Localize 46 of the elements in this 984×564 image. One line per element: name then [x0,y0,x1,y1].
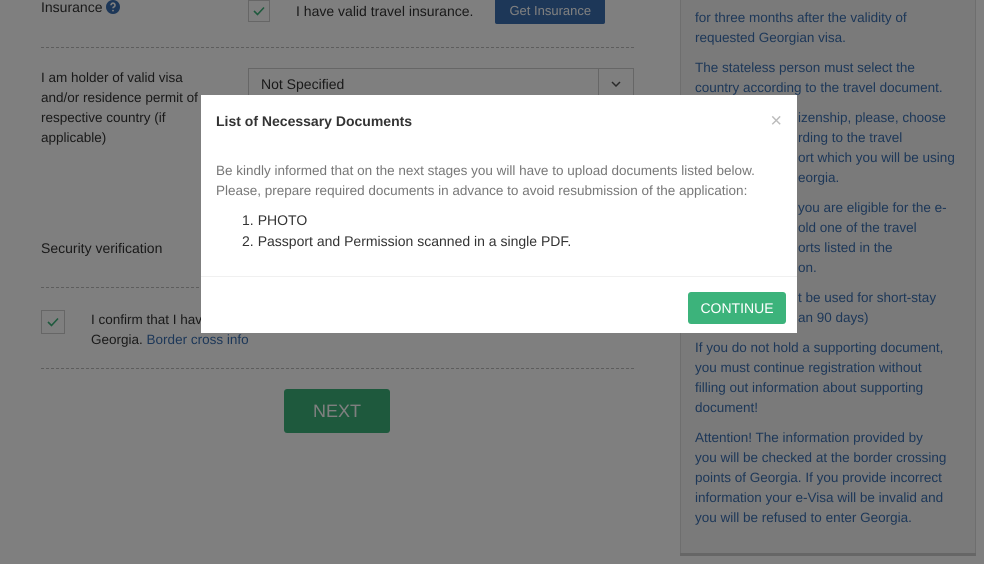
field-label: I am holder of valid visa and/or residence permit of respective country (if applicable) [41,69,199,147]
confirm-text: I confirm that I hav [91,311,204,329]
info-text: on. [798,260,817,275]
document-item: Passport and Permission scanned in a single PDF. [258,232,572,251]
check-icon [253,6,265,16]
info-text: If you do not hold a supporting document, [695,340,944,355]
checkbox[interactable] [248,0,270,22]
info-text: an 90 days) [798,310,869,325]
close-button[interactable]: × [770,111,782,131]
info-text: orts listed in the [798,240,893,255]
get-insurance-button[interactable]: Get Insurance [495,0,606,24]
info-text: eorgia. [798,170,840,185]
info-text: you will be refused to enter Georgia. [695,510,912,525]
info-text: you must continue registration without [695,360,922,375]
checkbox-label: I have valid travel insurance. [296,2,474,18]
list-number: 1. [242,211,254,230]
info-text: izenship, please, choose [798,110,946,125]
confirm-text: Georgia. [91,332,143,347]
info-text: old one of the travel [798,220,917,235]
info-text: rding to the travel [798,130,902,145]
modal-text: Be kindly informed that on the next stages you will have to upload documents listed below. Please, prepare required documents in advance to avoid resubmission of the application: [216,162,756,200]
field-label: Insurance [41,0,102,17]
info-text: points of Georgia. If you provide incorrect [695,470,942,485]
info-text: you will be checked at the border crossing [695,450,946,465]
info-text: filling out information about supporting [695,380,924,395]
info-text: information your e-Visa will be invalid and [695,490,944,505]
info-text: t be used for short-stay [798,290,936,305]
document-item: PHOTO [258,211,308,230]
info-text: for three months after the validity of [695,10,907,25]
info-text: you are eligible for the e- [798,200,947,215]
help-icon[interactable] [106,0,120,14]
check-icon [47,317,59,327]
continue-button[interactable]: CONTINUE [688,292,786,324]
chevron-down-icon [611,81,621,87]
list-number: 2. [242,232,254,251]
info-text: The stateless person must select the [695,60,915,75]
field-label: Security verification [41,240,162,256]
checkbox[interactable] [41,310,65,334]
info-text: country according to the travel document. [695,80,943,95]
next-button[interactable]: NEXT [284,389,390,433]
info-text: document! [695,400,758,415]
border-cross-info-link[interactable]: Border cross info [146,332,249,347]
info-text: requested Georgian visa. [695,30,846,45]
info-text: ort which you will be using [798,150,955,165]
info-text: Attention! The information provided by [695,430,923,445]
modal-title: List of Necessary Documents [216,113,412,129]
